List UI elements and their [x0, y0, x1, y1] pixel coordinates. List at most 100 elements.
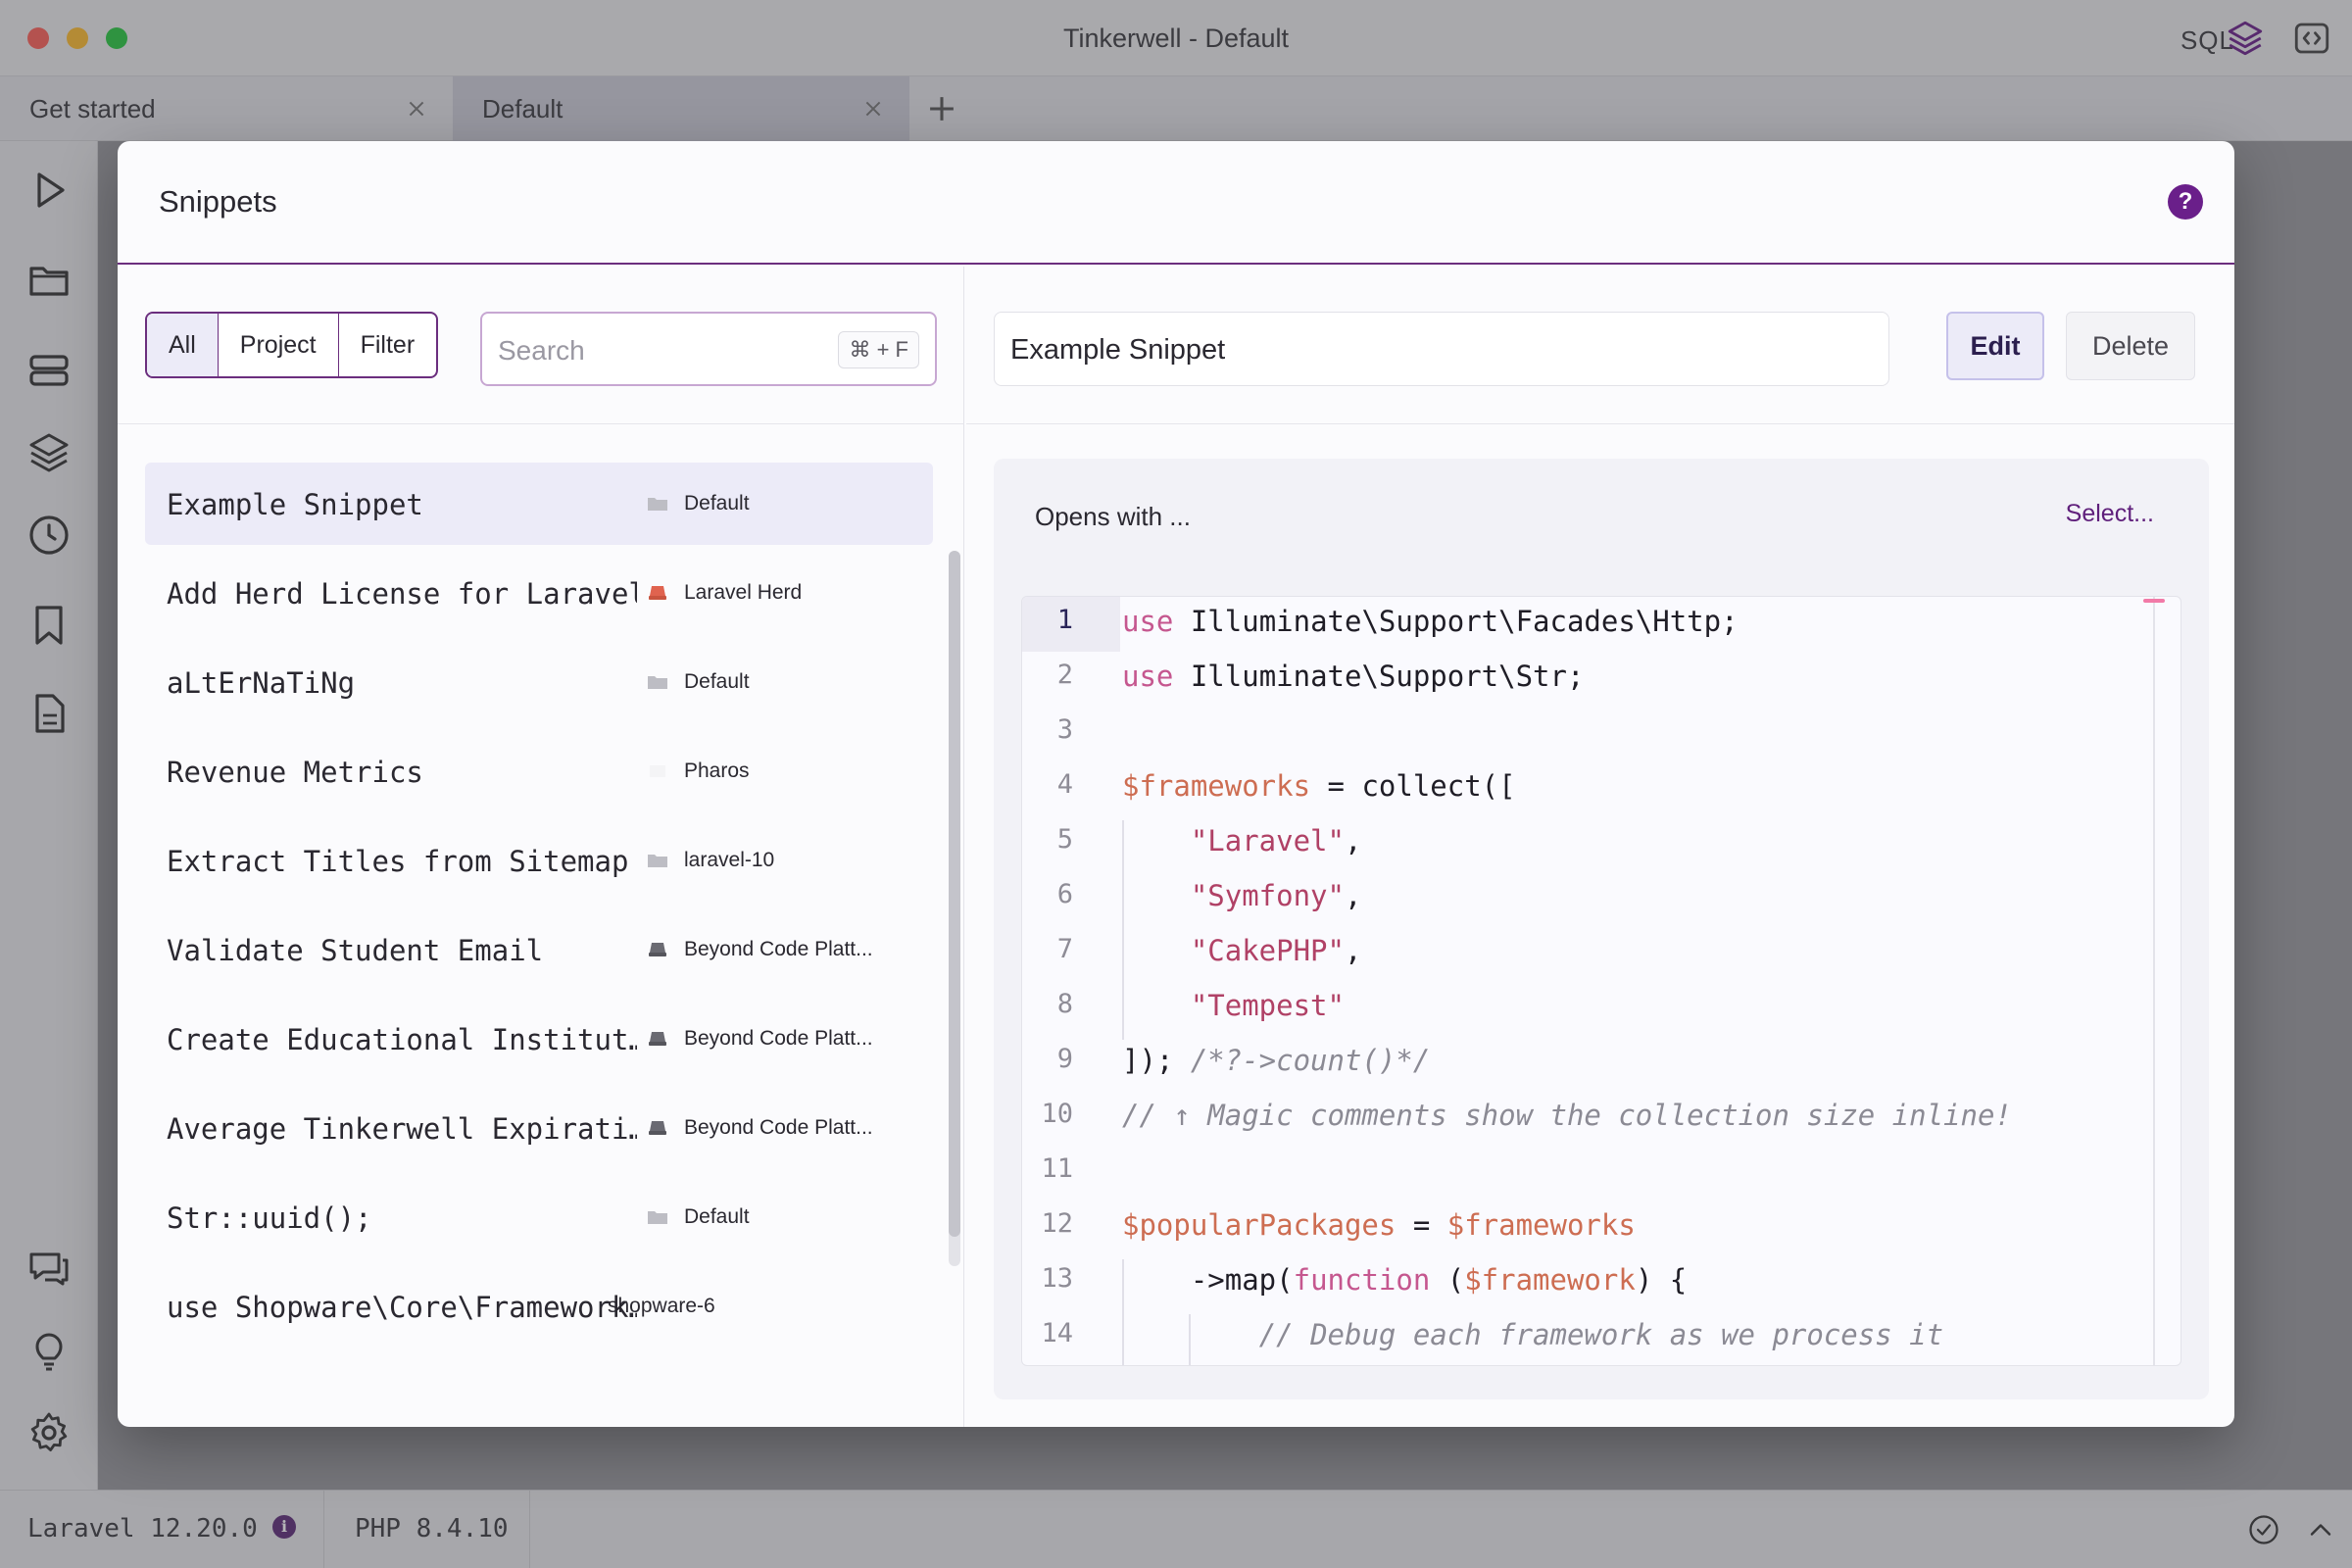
editor-scroll-marker [2143, 599, 2165, 603]
snippet-name: Extract Titles from Sitemap [167, 845, 629, 878]
snippet-name-value: Example Snippet [1010, 334, 1226, 366]
select-connection-link[interactable]: Select... [2066, 500, 2154, 528]
line-number: 7 [1056, 934, 1073, 964]
line-number: 4 [1056, 769, 1073, 800]
snippet-project-tag: laravel-10 [647, 849, 774, 872]
snippet-name: Validate Student Email [167, 934, 544, 967]
modal-title: Snippets [159, 184, 277, 219]
snippet-project-label: Pharos [684, 760, 750, 782]
snippet-project-label: Default [684, 1205, 750, 1228]
code-line: $popularPackages = $frameworks [1122, 1208, 1636, 1242]
folder-icon [648, 855, 667, 867]
filter-segmented-control: All Project Filter [145, 312, 439, 378]
snippet-name: aLtErNaTiNg [167, 666, 356, 700]
snippet-project-label: Beyond Code Platt... [684, 1116, 873, 1139]
modal-header: Snippets ? [118, 141, 2234, 265]
code-editor[interactable]: 1 use Illuminate\Support\Facades\Http; 2 us… [1021, 596, 2181, 1366]
line-number: 14 [1041, 1318, 1073, 1348]
snippet-project-tag: Beyond Code Platt... [647, 1027, 873, 1051]
snippet-project-label: Beyond Code Platt... [684, 1027, 873, 1050]
code-line: "Symfony", [1190, 879, 1362, 912]
divider [118, 423, 964, 424]
indent-guide [1189, 1314, 1191, 1365]
indent-guide [1122, 1259, 1124, 1365]
code-line: use Illuminate\Support\Str; [1122, 660, 1585, 693]
snippet-project-tag: Laravel Herd [647, 581, 802, 605]
snippet-project-label: laravel-10 [684, 849, 775, 871]
snippet-list-item[interactable]: Average Tinkerwell Expirati… Beyond Code … [145, 1087, 933, 1169]
snippet-project-tag: shopware-6 [608, 1295, 715, 1318]
snippet-project-tag: Default [647, 1205, 750, 1229]
snippets-modal: Snippets ? All Project Filter Search ⌘ +… [118, 141, 2234, 1427]
editor-scroll-track[interactable] [2153, 597, 2155, 1365]
snippet-list-item[interactable]: Create Educational Institut… Beyond Code … [145, 998, 933, 1080]
code-line: ]); /*?->count()*/ [1122, 1044, 1431, 1077]
snippet-list-item[interactable]: use Shopware\Core\Framework… shopware-6 [145, 1265, 933, 1348]
filter-all-button[interactable]: All [147, 314, 219, 376]
line-number: 11 [1041, 1153, 1073, 1184]
snippet-project-label: Default [684, 492, 750, 514]
snippet-list-item[interactable]: Example Snippet Default [145, 463, 933, 545]
line-number: 3 [1056, 714, 1073, 745]
scrollbar-thumb[interactable] [949, 551, 960, 1237]
divider [966, 423, 2234, 424]
snippet-project-label: Default [684, 670, 750, 693]
code-line: "Laravel", [1190, 824, 1362, 858]
filter-project-button[interactable]: Project [219, 314, 339, 376]
snippet-list-pane: All Project Filter Search ⌘ + F Example … [118, 267, 964, 1427]
snippet-project-tag: Pharos [647, 760, 750, 783]
snippet-name: Create Educational Institut… [167, 1023, 637, 1056]
server-icon [649, 1032, 666, 1046]
snippet-name: Revenue Metrics [167, 756, 423, 789]
line-number: 13 [1041, 1263, 1073, 1294]
snippet-name: Example Snippet [167, 488, 423, 521]
line-number: 2 [1056, 660, 1073, 690]
snippet-name: Average Tinkerwell Expirati… [167, 1112, 637, 1146]
search-shortcut-badge: ⌘ + F [838, 331, 919, 368]
help-icon[interactable]: ? [2168, 184, 2203, 220]
line-number: 1 [1056, 605, 1073, 635]
snippet-name: Str::uuid(); [167, 1201, 372, 1235]
server-icon [649, 1121, 666, 1135]
code-line: "Tempest" [1190, 989, 1345, 1022]
snippet-name-field[interactable]: Example Snippet [994, 312, 1889, 386]
edit-button[interactable]: Edit [1946, 312, 2044, 380]
code-line: $frameworks = collect([ [1122, 769, 1516, 803]
folder-icon [648, 498, 667, 511]
indent-guide [1122, 820, 1124, 1040]
snippet-project-tag: Default [647, 492, 750, 515]
code-line: use Illuminate\Support\Facades\Http; [1122, 605, 1739, 638]
herd-icon [649, 586, 666, 600]
snippet-list: Example Snippet Default Add Herd License f… [145, 463, 933, 1354]
snippet-name: use Shopware\Core\Framework… [167, 1291, 637, 1324]
line-number: 12 [1041, 1208, 1073, 1239]
search-placeholder: Search [498, 335, 585, 366]
snippet-project-label: Laravel Herd [684, 581, 803, 604]
scrollbar[interactable] [949, 551, 960, 1266]
search-input[interactable]: Search ⌘ + F [480, 312, 937, 386]
line-number: 10 [1041, 1099, 1073, 1129]
folder-icon [648, 676, 667, 689]
opens-with-label: Opens with ... [1035, 502, 1191, 531]
code-preview-card: Opens with ... Select... 1 use Illuminate… [994, 459, 2209, 1399]
delete-button[interactable]: Delete [2066, 312, 2195, 380]
snippet-list-item[interactable]: Extract Titles from Sitemap laravel-10 [145, 819, 933, 902]
snippet-project-tag: Default [647, 670, 750, 694]
blank-icon [650, 765, 665, 777]
snippet-project-label: Beyond Code Platt... [684, 938, 873, 960]
snippet-list-item[interactable]: aLtErNaTiNg Default [145, 641, 933, 723]
server-icon [649, 943, 666, 956]
snippet-list-item[interactable]: Revenue Metrics Pharos [145, 730, 933, 812]
snippet-detail-pane: Example Snippet Edit Delete Opens with .… [966, 267, 2234, 1427]
filter-filter-button[interactable]: Filter [339, 314, 437, 376]
snippet-list-item[interactable]: Str::uuid(); Default [145, 1176, 933, 1258]
snippet-project-tag: Beyond Code Platt... [647, 1116, 873, 1140]
line-number: 8 [1056, 989, 1073, 1019]
snippet-list-item[interactable]: Validate Student Email Beyond Code Platt.… [145, 908, 933, 991]
code-line: // Debug each framework as we process it [1258, 1318, 1944, 1351]
code-line: ->map(function ($framework) { [1122, 1263, 1688, 1297]
code-line: // ↑ Magic comments show the collection … [1122, 1099, 2012, 1132]
snippet-list-item[interactable]: Add Herd License for Laravel Laravel Herd [145, 552, 933, 634]
snippet-project-tag: Beyond Code Platt... [647, 938, 873, 961]
folder-icon [648, 1211, 667, 1224]
